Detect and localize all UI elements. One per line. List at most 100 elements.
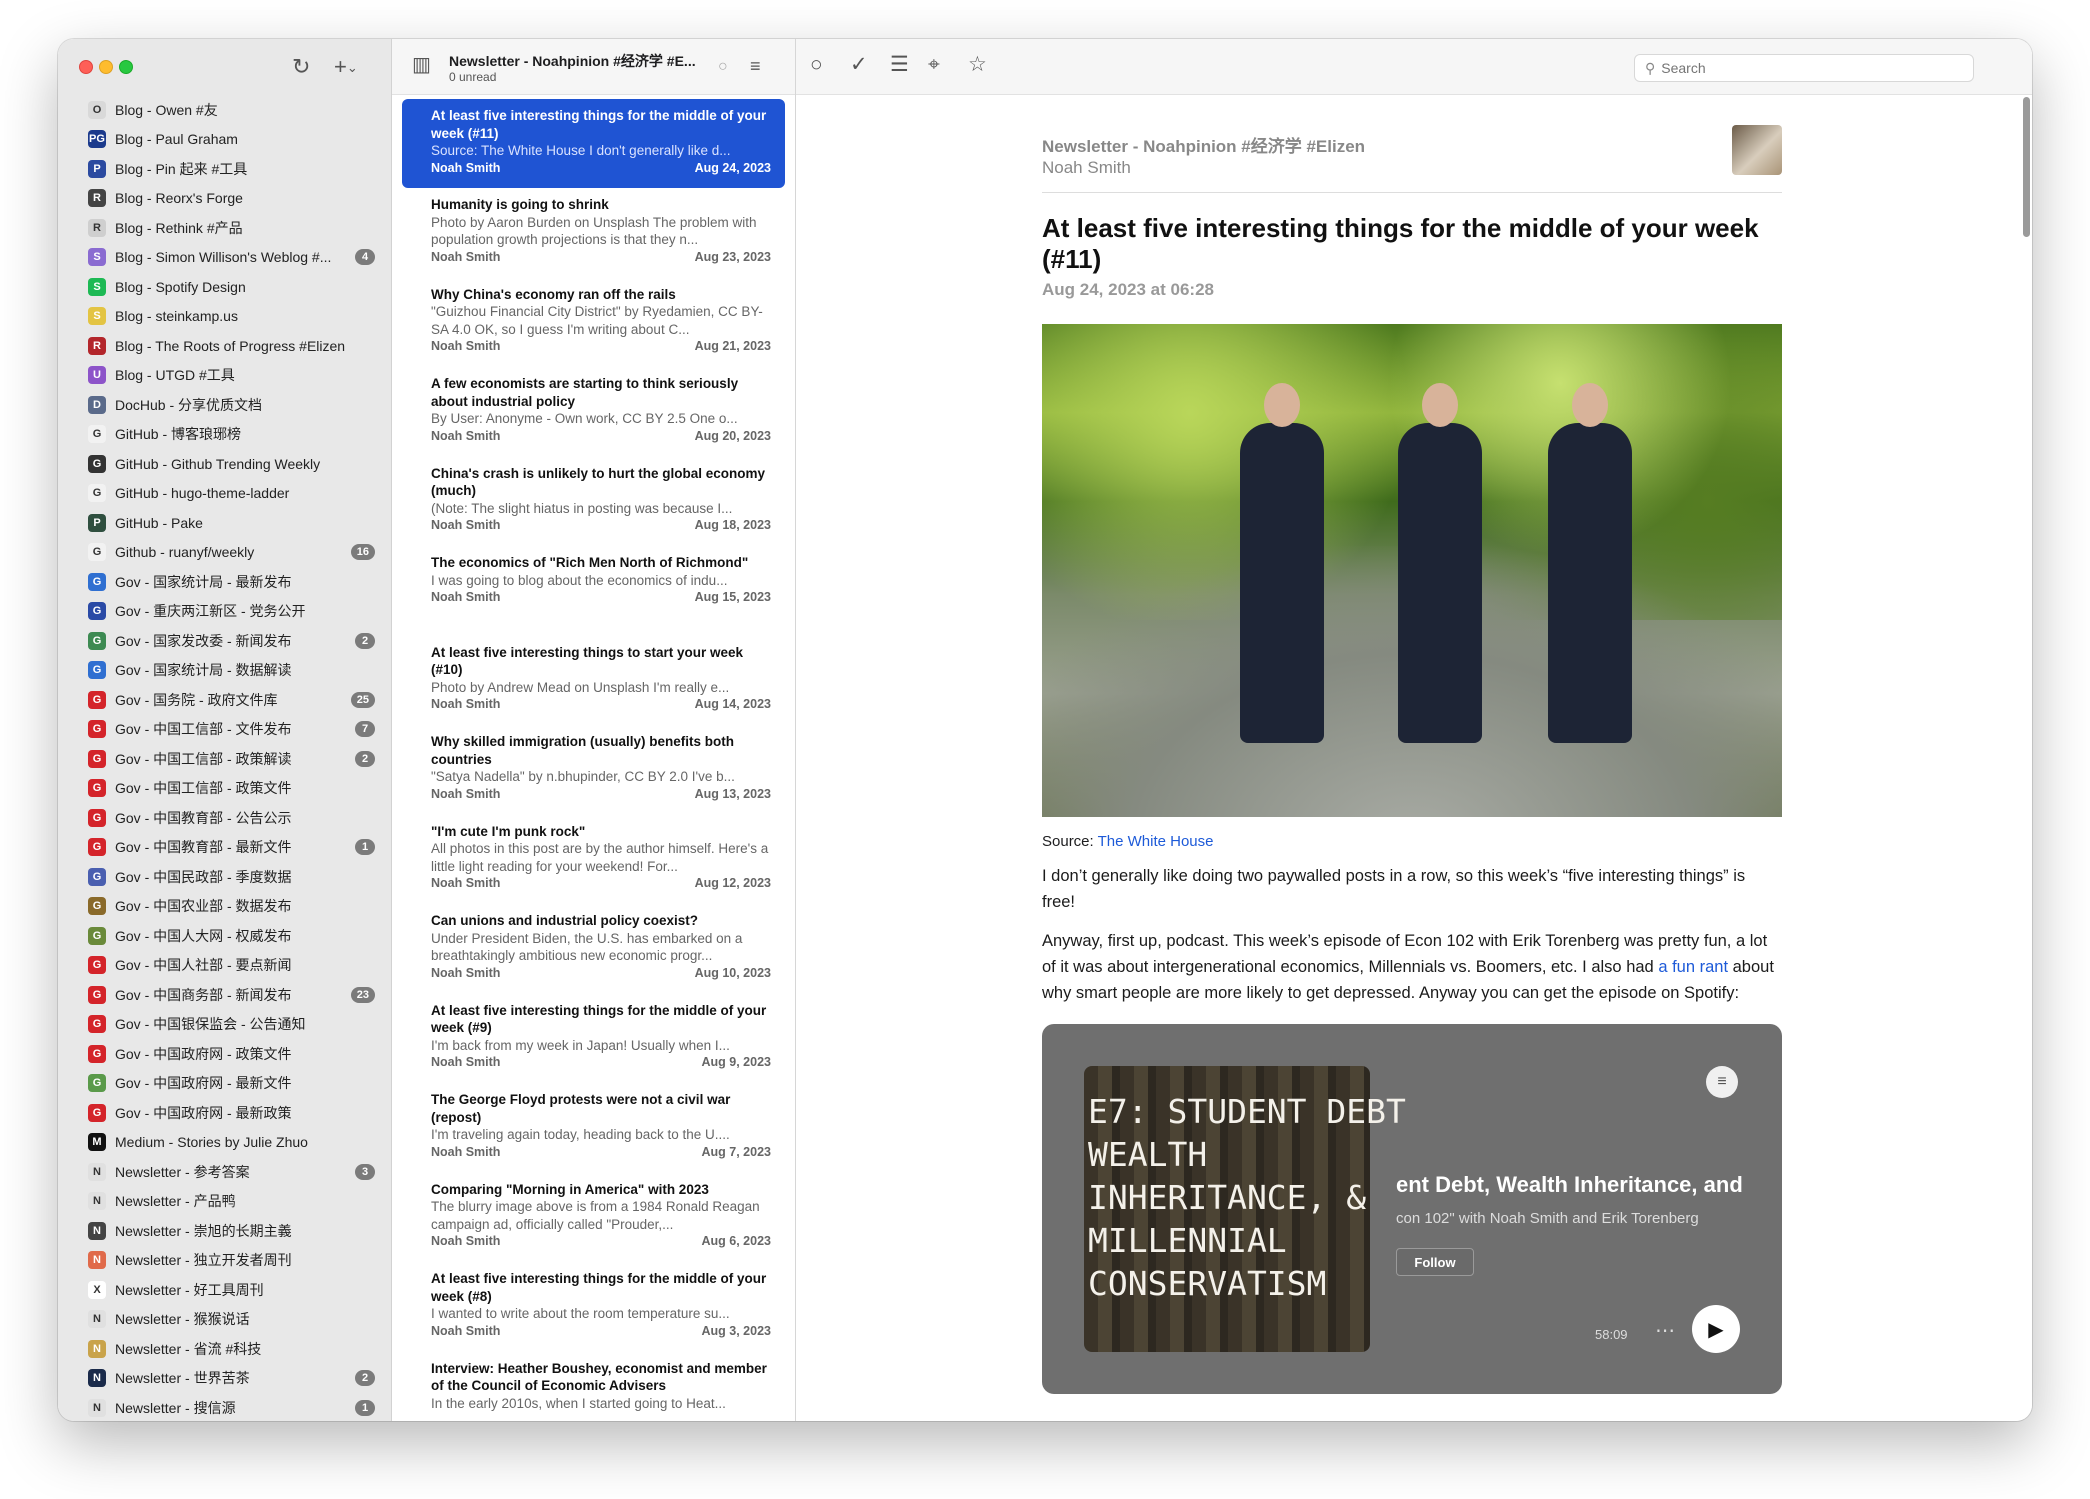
article-list-item[interactable]: At least five interesting things for the… bbox=[402, 99, 785, 188]
article-list-item[interactable]: The George Floyd protests were not a civ… bbox=[402, 1083, 785, 1173]
feed-icon: G bbox=[88, 690, 106, 709]
article-list-item[interactable]: At least five interesting things for the… bbox=[402, 994, 785, 1084]
sidebar-feed-item[interactable]: G Gov - 重庆两江新区 - 党务公开 bbox=[58, 597, 391, 627]
feed-icon: G bbox=[88, 661, 106, 680]
sidebar-feed-item[interactable]: G Gov - 中国农业部 - 数据发布 bbox=[58, 892, 391, 922]
sidebar-feed-item[interactable]: G Gov - 中国银保监会 - 公告通知 bbox=[58, 1010, 391, 1040]
sidebar-feed-item[interactable]: G Gov - 中国政府网 - 最新文件 bbox=[58, 1069, 391, 1099]
sidebar-feed-item[interactable]: P GitHub - Pake bbox=[58, 508, 391, 538]
sidebar-feed-item[interactable]: N Newsletter - 猴猴说话 bbox=[58, 1305, 391, 1335]
sidebar-feed-item[interactable]: G Gov - 国家统计局 - 最新发布 bbox=[58, 567, 391, 597]
circle-icon[interactable]: ○ bbox=[810, 51, 823, 79]
search-input[interactable] bbox=[1661, 60, 1942, 76]
sidebar-feed-item[interactable]: G Gov - 中国教育部 - 最新文件 1 bbox=[58, 833, 391, 863]
more-icon[interactable]: ⋯ bbox=[1655, 1318, 1675, 1343]
sidebar-feed-item[interactable]: PG Blog - Paul Graham bbox=[58, 125, 391, 155]
sidebar-feed-item[interactable]: G Gov - 国家发改委 - 新闻发布 2 bbox=[58, 626, 391, 656]
article-list-item[interactable]: "I'm cute I'm punk rock" All photos in th… bbox=[402, 815, 785, 905]
sidebar-feed-item[interactable]: N Newsletter - 产品鸭 bbox=[58, 1187, 391, 1217]
sidebar-feed-item[interactable]: X Newsletter - 好工具周刊 bbox=[58, 1275, 391, 1305]
article-list-item[interactable]: The economics of "Rich Men North of Rich… bbox=[402, 546, 785, 636]
add-icon[interactable]: +⌄ bbox=[334, 53, 358, 82]
sidebar-feed-item[interactable]: N Newsletter - 搜信源 1 bbox=[58, 1393, 391, 1421]
sidebar-toggle-icon[interactable]: ▥ bbox=[412, 51, 431, 79]
article-item-date: Aug 3, 2023 bbox=[701, 1323, 771, 1338]
sidebar-feed-item[interactable]: N Newsletter - 世界苦茶 2 bbox=[58, 1364, 391, 1394]
sidebar-feed-item[interactable]: G Gov - 中国教育部 - 公告公示 bbox=[58, 803, 391, 833]
sidebar-feed-item[interactable]: G GitHub - Github Trending Weekly bbox=[58, 449, 391, 479]
feed-icon: G bbox=[88, 749, 106, 768]
reader-toolbar: ○ ✓ ☰ ⌖ ☆ ⚲ ⬆ bbox=[796, 39, 2032, 95]
sidebar-feed-item[interactable]: S Blog - Simon Willison's Weblog #... 4 bbox=[58, 243, 391, 273]
search-field[interactable]: ⚲ bbox=[1634, 54, 1974, 82]
sidebar-feed-item[interactable]: D DocHub - 分享优质文档 bbox=[58, 390, 391, 420]
sidebar-feed-item[interactable]: G Gov - 国家统计局 - 数据解读 bbox=[58, 656, 391, 686]
sidebar-feed-item[interactable]: G Gov - 中国商务部 - 新闻发布 23 bbox=[58, 980, 391, 1010]
article-list-item[interactable]: At least five interesting things to star… bbox=[402, 636, 785, 726]
article-list-item[interactable]: Why skilled immigration (usually) benefi… bbox=[402, 725, 785, 815]
document-icon[interactable]: ☰ bbox=[890, 51, 909, 79]
compass-icon[interactable]: ⌖ bbox=[928, 51, 940, 79]
sidebar-feed-item[interactable]: N Newsletter - 独立开发者周刊 bbox=[58, 1246, 391, 1276]
article-item-snippet: Under President Biden, the U.S. has emba… bbox=[431, 930, 743, 964]
sidebar-feed-item[interactable]: N Newsletter - 崇旭的长期主義 bbox=[58, 1216, 391, 1246]
star-icon[interactable]: ☆ bbox=[968, 51, 987, 79]
article-list-item[interactable]: Humanity is going to shrink Photo by Aaro… bbox=[402, 188, 785, 278]
close-window-button[interactable] bbox=[79, 60, 93, 74]
article-list-item[interactable]: At least five interesting things for the… bbox=[402, 1262, 785, 1352]
refresh-icon[interactable]: ↻ bbox=[292, 53, 310, 81]
sidebar-feed-item[interactable]: S Blog - Spotify Design bbox=[58, 272, 391, 302]
minimize-window-button[interactable] bbox=[99, 60, 113, 74]
sidebar-feed-item[interactable]: O Blog - Owen #友 bbox=[58, 95, 391, 125]
follow-button[interactable]: Follow bbox=[1396, 1248, 1474, 1276]
sidebar-feed-item[interactable]: G Gov - 中国人社部 - 要点新闻 bbox=[58, 951, 391, 981]
sidebar-feed-item[interactable]: U Blog - UTGD #工具 bbox=[58, 361, 391, 391]
sidebar-feed-item[interactable]: G Gov - 中国工信部 - 文件发布 7 bbox=[58, 715, 391, 745]
feed-label: Gov - 中国工信部 - 文件发布 bbox=[115, 721, 292, 738]
sidebar-feed-item[interactable]: G GitHub - hugo-theme-ladder bbox=[58, 479, 391, 509]
article-item-date: Aug 21, 2023 bbox=[694, 339, 771, 353]
article-date: Aug 24, 2023 at 06:28 bbox=[1042, 280, 1214, 299]
sidebar-feed-item[interactable]: N Newsletter - 参考答案 3 bbox=[58, 1157, 391, 1187]
source-link[interactable]: The White House bbox=[1098, 833, 1214, 850]
feed-label: Blog - Simon Willison's Weblog #... bbox=[115, 249, 332, 266]
spotify-icon[interactable]: ≡ bbox=[1706, 1066, 1738, 1098]
sidebar-feed-item[interactable]: G GitHub - 博客琅琊榜 bbox=[58, 420, 391, 450]
mark-read-icon[interactable]: ○ bbox=[718, 53, 728, 81]
episode-title: ent Debt, Wealth Inheritance, and bbox=[1396, 1172, 1742, 1197]
check-icon[interactable]: ✓ bbox=[850, 51, 868, 79]
play-button[interactable]: ▶ bbox=[1692, 1305, 1740, 1353]
feed-label: Newsletter - 崇旭的长期主義 bbox=[115, 1222, 292, 1239]
sidebar-feed-item[interactable]: P Blog - Pin 起来 #工具 bbox=[58, 154, 391, 184]
sidebar-feed-item[interactable]: G Gov - 中国工信部 - 政策文件 bbox=[58, 774, 391, 804]
sidebar-feed-item[interactable]: G Gov - 中国政府网 - 最新政策 bbox=[58, 1098, 391, 1128]
spotify-embed[interactable]: E7: STUDENT DEBT WEALTH INHERITANCE, & MILL… bbox=[1042, 1024, 1782, 1394]
article-item-meta: Noah Smith Aug 21, 2023 bbox=[431, 338, 771, 356]
unread-count: 0 unread bbox=[449, 70, 497, 84]
article-list-item[interactable]: Interview: Heather Boushey, economist an… bbox=[402, 1352, 785, 1422]
article-list-item[interactable]: Comparing "Morning in America" with 2023… bbox=[402, 1173, 785, 1263]
sidebar-feed-item[interactable]: G Gov - 中国政府网 - 政策文件 bbox=[58, 1039, 391, 1069]
article-list-item[interactable]: Can unions and industrial policy coexist… bbox=[402, 904, 785, 994]
filter-icon[interactable]: ≡ bbox=[750, 52, 761, 80]
zoom-window-button[interactable] bbox=[119, 60, 133, 74]
unread-badge: 25 bbox=[350, 691, 375, 708]
sidebar-feed-item[interactable]: G Gov - 中国工信部 - 政策解读 2 bbox=[58, 744, 391, 774]
sidebar-feed-item[interactable]: N Newsletter - 省流 #科技 bbox=[58, 1334, 391, 1364]
article-list-item[interactable]: Why China's economy ran off the rails "Gu… bbox=[402, 278, 785, 368]
sidebar-feed-item[interactable]: G Gov - 中国民政部 - 季度数据 bbox=[58, 862, 391, 892]
sidebar-feed-item[interactable]: R Blog - The Roots of Progress #Elizen bbox=[58, 331, 391, 361]
fun-rant-link[interactable]: a fun rant bbox=[1658, 958, 1728, 976]
feed-icon: P bbox=[88, 159, 106, 178]
sidebar-feed-item[interactable]: M Medium - Stories by Julie Zhuo bbox=[58, 1128, 391, 1158]
sidebar-feed-item[interactable]: G Gov - 国务院 - 政府文件库 25 bbox=[58, 685, 391, 715]
sidebar-feed-item[interactable]: R Blog - Rethink #产品 bbox=[58, 213, 391, 243]
article-list-item[interactable]: A few economists are starting to think s… bbox=[402, 367, 785, 457]
scrollbar[interactable] bbox=[2023, 97, 2030, 237]
sidebar-feed-item[interactable]: G Github - ruanyf/weekly 16 bbox=[58, 538, 391, 568]
sidebar-feed-item[interactable]: S Blog - steinkamp.us bbox=[58, 302, 391, 332]
sidebar-feed-item[interactable]: R Blog - Reorx's Forge bbox=[58, 184, 391, 214]
sidebar-feed-item[interactable]: G Gov - 中国人大网 - 权威发布 bbox=[58, 921, 391, 951]
article-item-title: At least five interesting things to star… bbox=[431, 644, 744, 678]
article-list-item[interactable]: China's crash is unlikely to hurt the gl… bbox=[402, 457, 785, 547]
